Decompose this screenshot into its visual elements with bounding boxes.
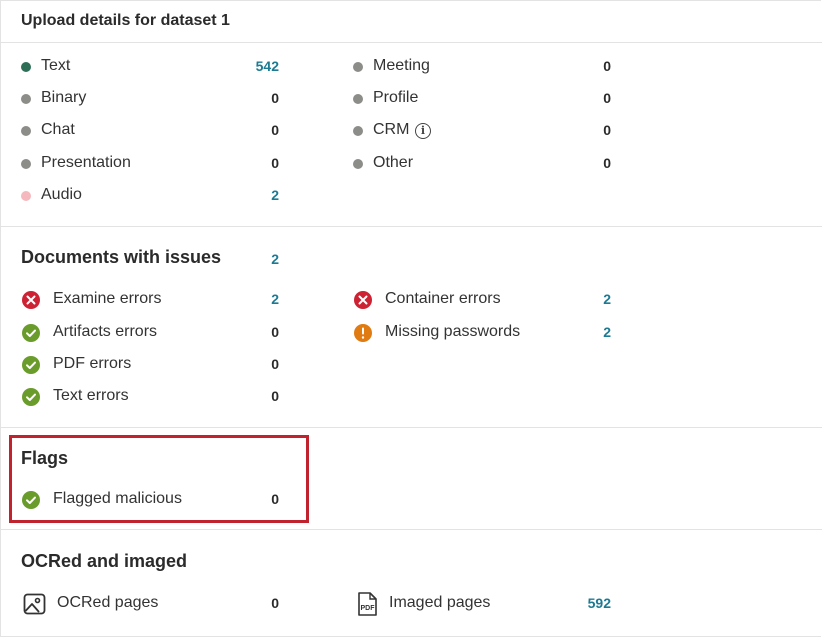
issue-label: Missing passwords [385,323,521,340]
flag-count: 0 [271,491,279,507]
type-label: Meeting [373,57,430,74]
issue-label: Text errors [53,387,129,404]
issue-row-text-errors[interactable]: Text errors 0 [21,386,281,408]
section-divider [1,529,822,530]
status-dot [21,62,31,72]
flag-label: Flagged malicious [53,490,182,507]
ocr-title: OCRed and imaged [21,551,188,571]
issue-count: 0 [271,324,279,340]
issues-total-count[interactable]: 2 [239,251,279,267]
check-icon [21,323,41,343]
type-row-profile[interactable]: Profile 0 [353,88,613,110]
type-row-crm[interactable]: CRM i 0 [353,120,613,142]
type-row-binary[interactable]: Binary 0 [21,88,281,110]
type-row-presentation[interactable]: Presentation 0 [21,153,281,175]
status-dot [353,159,363,169]
issue-row-container-errors[interactable]: Container errors 2 [353,289,613,311]
type-label: Binary [41,89,87,106]
panel-header: Upload details for dataset 1 [1,1,822,43]
type-count[interactable]: 2 [239,187,279,203]
issues-title: Documents with issues [21,247,222,267]
issue-count: 0 [271,356,279,372]
error-icon [21,290,41,310]
check-icon [21,355,41,375]
status-dot [353,62,363,72]
type-count: 0 [271,90,279,106]
type-row-other[interactable]: Other 0 [353,153,613,175]
issue-count: 0 [271,388,279,404]
status-dot [21,94,31,104]
issue-count[interactable]: 2 [239,291,279,307]
type-label: Presentation [41,154,131,171]
section-divider [1,226,822,227]
issue-row-artifacts-errors[interactable]: Artifacts errors 0 [21,322,281,344]
type-label: Other [373,154,414,171]
section-divider [1,427,822,428]
ocr-row-imaged-pages[interactable]: PDF Imaged pages 592 [353,591,613,617]
issue-row-pdf-errors[interactable]: PDF errors 0 [21,354,281,376]
check-icon [21,387,41,407]
issue-count[interactable]: 2 [571,324,611,340]
type-count: 0 [603,155,611,171]
issue-row-missing-passwords[interactable]: Missing passwords 2 [353,322,613,344]
issue-label: PDF errors [53,355,132,372]
panel-title: Upload details for dataset 1 [21,12,230,29]
issue-row-examine-errors[interactable]: Examine errors 2 [21,289,281,311]
type-count[interactable]: 542 [239,58,279,74]
image-icon [23,593,47,615]
type-row-audio[interactable]: Audio 2 [21,185,281,207]
upload-details-panel: Upload details for dataset 1 Text 542 Bi… [0,0,822,637]
type-label: CRM [373,121,410,138]
ocr-label: OCRed pages [57,594,159,611]
type-count: 0 [603,90,611,106]
type-label: Text [41,57,71,74]
type-row-meeting[interactable]: Meeting 0 [353,56,613,78]
issue-label: Examine errors [53,290,162,307]
flags-title: Flags [21,448,69,468]
status-dot [353,94,363,104]
check-icon [21,490,41,510]
type-row-chat[interactable]: Chat 0 [21,120,281,142]
status-dot [21,191,31,201]
ocr-row-ocred-pages[interactable]: OCRed pages 0 [21,593,281,615]
ocr-count[interactable]: 592 [571,595,611,611]
flag-row-flagged-malicious[interactable]: Flagged malicious 0 [21,489,281,511]
status-dot [21,159,31,169]
status-dot [21,126,31,136]
type-count: 0 [603,58,611,74]
type-count: 0 [271,122,279,138]
issue-label: Container errors [385,290,501,307]
type-count: 0 [603,122,611,138]
warning-icon [353,323,373,343]
type-label: Audio [41,186,82,203]
type-row-text[interactable]: Text 542 [21,56,281,78]
type-count: 0 [271,155,279,171]
info-icon[interactable]: i [415,123,431,139]
ocr-count: 0 [271,595,279,611]
status-dot [353,126,363,136]
ocr-label: Imaged pages [389,594,491,611]
type-label: Chat [41,121,75,138]
svg-text:PDF: PDF [361,605,376,612]
type-label: Profile [373,89,419,106]
issue-count[interactable]: 2 [571,291,611,307]
error-icon [353,290,373,310]
issue-label: Artifacts errors [53,323,158,340]
pdf-icon: PDF [355,591,379,617]
